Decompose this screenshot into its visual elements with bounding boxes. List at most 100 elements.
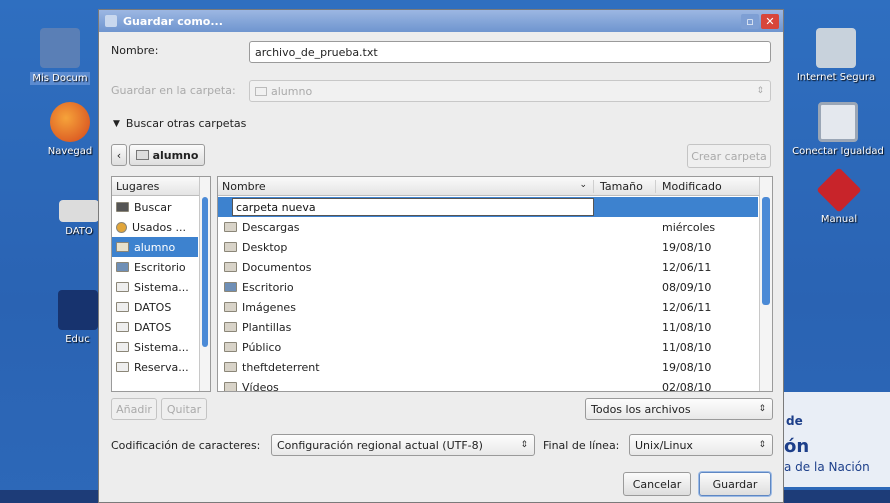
dialog-titlebar[interactable]: Guardar como... ▫ ✕: [99, 10, 783, 32]
file-filter-combo[interactable]: Todos los archivos ⇕: [585, 398, 773, 420]
file-row[interactable]: theftdeterrent 19/08/10: [218, 357, 758, 377]
places-scrollbar[interactable]: [199, 177, 210, 391]
folder-icon: [224, 342, 237, 352]
cancel-label: Cancelar: [632, 477, 682, 491]
line-end-label: Final de línea:: [543, 439, 620, 452]
close-button[interactable]: ✕: [761, 13, 779, 29]
places-item-datos-2[interactable]: DATOS: [112, 317, 198, 337]
drive-icon: [59, 200, 99, 222]
files-panel: Nombre ⌄ Tamaño Modificado carpeta nueva…: [217, 176, 773, 392]
places-item-sistema-1[interactable]: Sistema...: [112, 277, 198, 297]
places-item-usados[interactable]: Usados ...: [112, 217, 198, 237]
desktop-icon-mis-documentos[interactable]: Mis Docum: [30, 28, 90, 85]
places-scrollbar-thumb[interactable]: [202, 197, 208, 347]
desktop-icon: [116, 262, 129, 272]
file-name: Vídeos: [242, 380, 279, 392]
places-item-label: Buscar: [134, 200, 172, 214]
files-scrollbar[interactable]: [759, 177, 772, 391]
manual-icon: [816, 167, 862, 213]
encoding-value: Configuración regional actual (UTF-8): [277, 438, 483, 452]
desktop-icon-label: Navegad: [47, 146, 93, 157]
remove-place-label: Quitar: [166, 402, 202, 416]
desktop-icon-label: Manual: [820, 214, 858, 225]
file-row[interactable]: Imágenes 12/06/11: [218, 297, 758, 317]
minimize-button[interactable]: ▫: [741, 13, 759, 29]
file-row[interactable]: Desktop 19/08/10: [218, 237, 758, 257]
file-row[interactable]: Escritorio 08/09/10: [218, 277, 758, 297]
save-in-combo[interactable]: alumno ⇕: [249, 80, 771, 102]
file-row[interactable]: Público 11/08/10: [218, 337, 758, 357]
file-row[interactable]: Plantillas 11/08/10: [218, 317, 758, 337]
file-name: Imágenes: [242, 300, 296, 314]
file-name: Plantillas: [242, 320, 292, 334]
places-item-label: Reserva...: [134, 360, 189, 374]
places-item-alumno[interactable]: alumno: [112, 237, 198, 257]
expander-arrow-icon: ▼: [113, 118, 120, 129]
shield-person-icon: [816, 28, 856, 68]
desktop-icon-manual[interactable]: Manual: [794, 167, 884, 225]
path-button-label: alumno: [152, 148, 199, 162]
browse-folders-expander[interactable]: ▼ Buscar otras carpetas: [113, 117, 246, 130]
combo-arrows-icon: ⇕: [758, 404, 766, 414]
desktop-icon-datos[interactable]: DATO: [54, 190, 104, 237]
file-name: theftdeterrent: [242, 360, 320, 374]
desktop-icon-label: DATO: [65, 226, 93, 237]
file-row[interactable]: Documentos 12/06/11: [218, 257, 758, 277]
dialog-title: Guardar como...: [123, 14, 223, 28]
encoding-combo[interactable]: Configuración regional actual (UTF-8) ⇕: [271, 434, 535, 456]
folder-icon: [224, 222, 237, 232]
path-button-alumno[interactable]: alumno: [129, 144, 205, 166]
binoculars-icon: [116, 202, 129, 212]
drive-icon: [116, 362, 129, 372]
places-item-datos-1[interactable]: DATOS: [112, 297, 198, 317]
new-folder-name-input[interactable]: carpeta nueva: [232, 198, 594, 216]
column-header-size[interactable]: Tamaño: [594, 179, 656, 193]
desktop-icon-internet-segura[interactable]: Internet Segura: [786, 28, 886, 83]
educ-icon: [57, 290, 98, 330]
add-place-button[interactable]: Añadir: [111, 398, 157, 420]
file-filter-value: Todos los archivos: [591, 402, 691, 416]
cancel-button[interactable]: Cancelar: [623, 472, 691, 496]
folder-icon: [40, 28, 80, 68]
save-in-label: Guardar en la carpeta:: [111, 84, 236, 97]
places-item-reserva[interactable]: Reserva...: [112, 357, 198, 377]
desktop-icon-educ[interactable]: Educ: [55, 290, 100, 345]
filename-input[interactable]: archivo_de_prueba.txt: [249, 41, 771, 63]
files-scrollbar-thumb[interactable]: [762, 197, 770, 305]
home-icon: [116, 242, 129, 252]
combo-arrows-icon: ⇕: [520, 440, 528, 450]
places-item-escritorio[interactable]: Escritorio: [112, 257, 198, 277]
file-name: Escritorio: [242, 280, 294, 294]
line-end-combo[interactable]: Unix/Linux ⇕: [629, 434, 773, 456]
monitor-icon: [818, 102, 858, 142]
column-modified-label: Modificado: [662, 179, 722, 193]
places-panel: Lugares Buscar Usados ... alumno Escrito…: [111, 176, 211, 392]
save-as-dialog: Guardar como... ▫ ✕ Nombre: archivo_de_p…: [98, 9, 784, 503]
places-item-buscar[interactable]: Buscar: [112, 197, 198, 217]
filename-value: archivo_de_prueba.txt: [255, 45, 378, 59]
files-list: carpeta nueva Descargas miércoles Desktop…: [218, 197, 758, 392]
places-header[interactable]: Lugares: [112, 177, 210, 196]
remove-place-button[interactable]: Quitar: [161, 398, 207, 420]
column-header-modified[interactable]: Modificado: [656, 180, 722, 193]
path-back-button[interactable]: ‹: [111, 144, 127, 166]
new-folder-row[interactable]: carpeta nueva: [218, 197, 758, 217]
folder-icon: [224, 302, 237, 312]
places-item-label: Sistema...: [134, 340, 189, 354]
places-item-sistema-2[interactable]: Sistema...: [112, 337, 198, 357]
file-row[interactable]: Descargas miércoles: [218, 217, 758, 237]
browse-folders-label: Buscar otras carpetas: [125, 117, 247, 130]
desktop-icon-navegador[interactable]: Navegad: [40, 102, 100, 157]
file-name: Desktop: [242, 240, 288, 254]
folder-icon: [224, 382, 237, 391]
places-item-label: alumno: [134, 240, 176, 254]
file-row[interactable]: Vídeos 02/08/10: [218, 377, 758, 392]
save-button[interactable]: Guardar: [699, 472, 771, 496]
places-item-label: Sistema...: [134, 280, 189, 294]
file-name: Documentos: [242, 260, 312, 274]
desktop-icon-conectar-igualdad[interactable]: Conectar Igualdad: [786, 102, 890, 157]
column-header-name[interactable]: Nombre ⌄: [218, 179, 594, 193]
create-folder-button[interactable]: Crear carpeta: [687, 144, 771, 168]
desktop-icon-label: Educ: [65, 334, 90, 345]
banner-line-2: ón: [784, 436, 810, 457]
